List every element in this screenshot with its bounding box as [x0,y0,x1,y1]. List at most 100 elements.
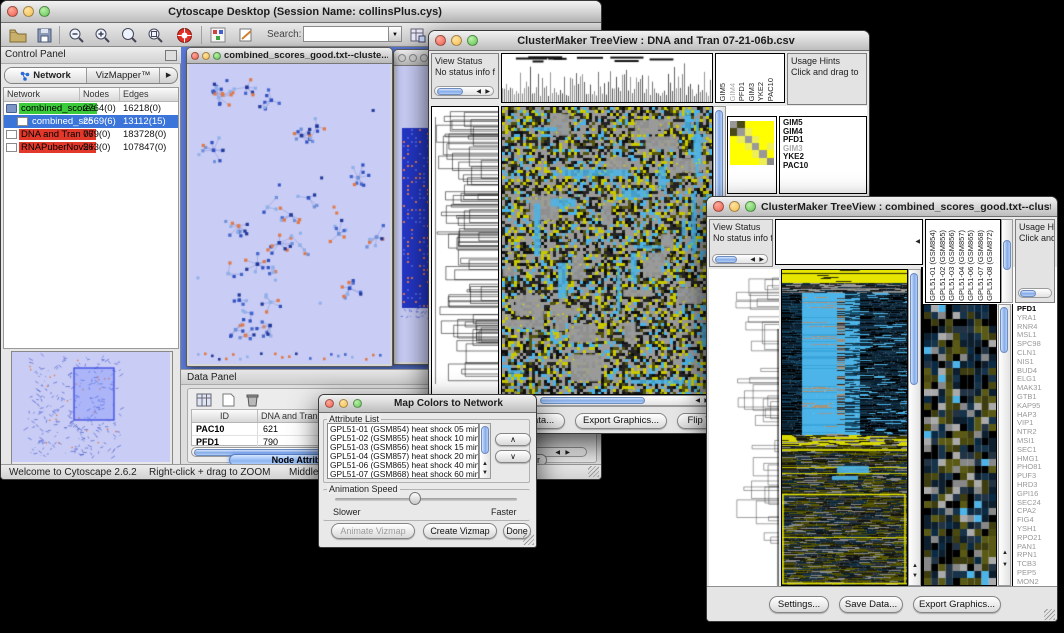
zoom-fit-icon[interactable] [143,25,165,45]
column-label[interactable]: GPL51-06 (GSM865) [966,230,976,301]
resize-grip[interactable] [1044,609,1055,620]
network-tree-header[interactable]: Network Nodes Edges [4,88,178,102]
node-count: 563(0) [83,142,110,153]
zoom-window-icon[interactable] [353,399,362,408]
gene-label[interactable]: MON2 [1017,578,1057,586]
close-icon[interactable] [713,201,724,212]
zoom-window-icon[interactable] [745,201,756,212]
resize-grip[interactable] [523,534,534,545]
zoom-window-icon[interactable] [467,35,478,46]
treeview2-title: ClusterMaker TreeView : combined_scores_… [761,201,1051,213]
delete-attribute-icon[interactable] [241,390,263,410]
zoom-window-icon[interactable] [213,52,221,60]
column-label[interactable]: PAC10 [766,78,776,101]
gene-label[interactable]: PAC10 [783,162,863,171]
minimize-icon[interactable] [451,35,462,46]
close-icon[interactable] [7,6,18,17]
help-lifesaver-icon[interactable] [173,25,195,45]
close-icon[interactable] [398,54,406,62]
network-tree-row[interactable]: RNAPuberNov2+563(0)107847(0) [4,141,178,154]
tab-vizmapper[interactable]: VizMapper™ [87,68,160,83]
network-overview-canvas[interactable] [12,352,170,462]
main-titlebar[interactable]: Cytoscape Desktop (Session Name: collins… [1,1,601,23]
float-panel-icon[interactable] [165,50,177,61]
column-labels-panel[interactable]: GIM5GIM4PFD1GIM3YKE2PAC10 [715,53,785,103]
selected-gene-labels[interactable]: GIM5GIM4PFD1GIM3YKE2PAC10 [779,116,867,194]
settings-button[interactable]: Settings... [769,596,829,613]
move-up-button[interactable]: ∧ [495,433,531,446]
array-labels-panel[interactable]: GPL51-01 (GSM854)GPL51-02 (GSM855)GPL51-… [925,219,1001,303]
tab-network[interactable]: Network [5,68,87,83]
gene-labels-panel[interactable]: PFD1YRA1RNR4MSL1SPC98CLN1NIS1BUD4ELG1MAK… [1012,304,1057,586]
column-label[interactable]: GPL51-03 (GSM856) [947,230,957,301]
select-attributes-icon[interactable] [193,390,215,410]
detail-vscrollbar[interactable]: ▲▼ [998,304,1011,586]
column-label[interactable]: GIM4 [728,83,738,101]
array-labels-vscrollbar[interactable] [1001,219,1013,303]
column-dendrogram-panel[interactable]: ◀ [775,219,923,265]
row-dendrogram-panel[interactable] [709,269,779,586]
export-graphics-button[interactable]: Export Graphics... [913,596,1001,613]
zoom-detail-heatmap[interactable] [923,304,997,586]
attribute-list-vscrollbar[interactable]: ▲▼ [479,423,491,479]
similarity-heatmap[interactable] [501,106,713,395]
treeview1-titlebar[interactable]: ClusterMaker TreeView : DNA and Tran 07-… [429,31,869,51]
expression-heatmap[interactable] [781,269,908,586]
heatmap-vscrollbar[interactable]: ▲▼ [908,269,921,586]
network-view-window-1[interactable]: combined_scores_good.txt--cluste... [186,47,393,367]
close-icon[interactable] [325,399,334,408]
column-label[interactable]: GPL51-01 (GSM854) [928,230,938,301]
minimize-icon[interactable] [202,52,210,60]
move-down-button[interactable]: ∨ [495,450,531,463]
attribute-list-item[interactable]: GPL51-07 (GSM868) heat shock 60 min [330,470,478,479]
treeview2-titlebar[interactable]: ClusterMaker TreeView : combined_scores_… [707,197,1057,217]
open-file-icon[interactable] [7,25,29,45]
row-dendrogram-panel[interactable] [431,106,499,395]
column-dendrogram-panel[interactable] [501,53,713,103]
zoom-out-icon[interactable] [65,25,87,45]
annotation-icon[interactable] [235,25,257,45]
network-tree-row[interactable]: DNA and Tran 07769(0)183728(0) [4,128,178,141]
slider-thumb[interactable] [409,492,421,505]
column-label[interactable]: GPL51-02 (GSM855) [938,230,948,301]
column-label[interactable]: GPL51-04 (GSM857) [957,230,967,301]
plugins-icon[interactable] [207,25,229,45]
column-label[interactable]: GPL51-07 (GSM868) [976,230,986,301]
column-label[interactable]: GIM3 [747,83,757,101]
minimize-icon[interactable] [23,6,34,17]
hints-hscrollbar[interactable] [1018,288,1052,298]
search-input[interactable] [303,26,391,42]
zoom-window-icon[interactable] [420,54,428,62]
export-graphics-button[interactable]: Export Graphics... [575,413,667,429]
close-icon[interactable] [435,35,446,46]
zoom-window-icon[interactable] [39,6,50,17]
create-vizmap-button[interactable]: Create Vizmap [423,523,497,539]
network-canvas-1[interactable] [189,64,390,364]
column-label[interactable]: PFD1 [737,82,747,101]
save-data-button[interactable]: Save Data... [839,596,903,613]
network-overview-panel[interactable] [11,351,173,465]
column-label[interactable]: GPL51-08 (GSM872) [985,230,995,301]
minimize-icon[interactable] [339,399,348,408]
new-attribute-icon[interactable] [217,390,239,410]
zoom-selected-icon[interactable] [117,25,139,45]
animation-speed-slider[interactable] [335,498,517,501]
attribute-list[interactable]: GPL51-01 (GSM854) heat shock 05 minGPL51… [327,423,479,479]
column-label[interactable]: YKE2 [756,82,766,101]
minimize-icon[interactable] [409,54,417,62]
tab-overflow-arrow[interactable]: ▶ [160,68,177,83]
close-icon[interactable] [191,52,199,60]
resize-grip[interactable] [588,466,599,477]
search-dropdown-icon[interactable]: ▼ [388,26,402,42]
zoom-in-icon[interactable] [91,25,113,45]
column-label[interactable]: GIM5 [718,83,728,101]
network-tree-row[interactable]: combined_sco2569(6)13112(15) [4,115,178,128]
save-icon[interactable] [33,25,55,45]
minimize-icon[interactable] [729,201,740,212]
dialog-titlebar[interactable]: Map Colors to Network [319,395,536,413]
attribute-browser-icon[interactable] [407,25,429,45]
selected-cluster-matrix[interactable] [727,116,777,194]
network-tree-row[interactable]: combined_scores2764(0)16218(0) [4,102,178,115]
view-status-hscrollbar[interactable]: ◀▶ [434,86,494,96]
view-status-hscrollbar[interactable]: ◀▶ [712,254,768,264]
